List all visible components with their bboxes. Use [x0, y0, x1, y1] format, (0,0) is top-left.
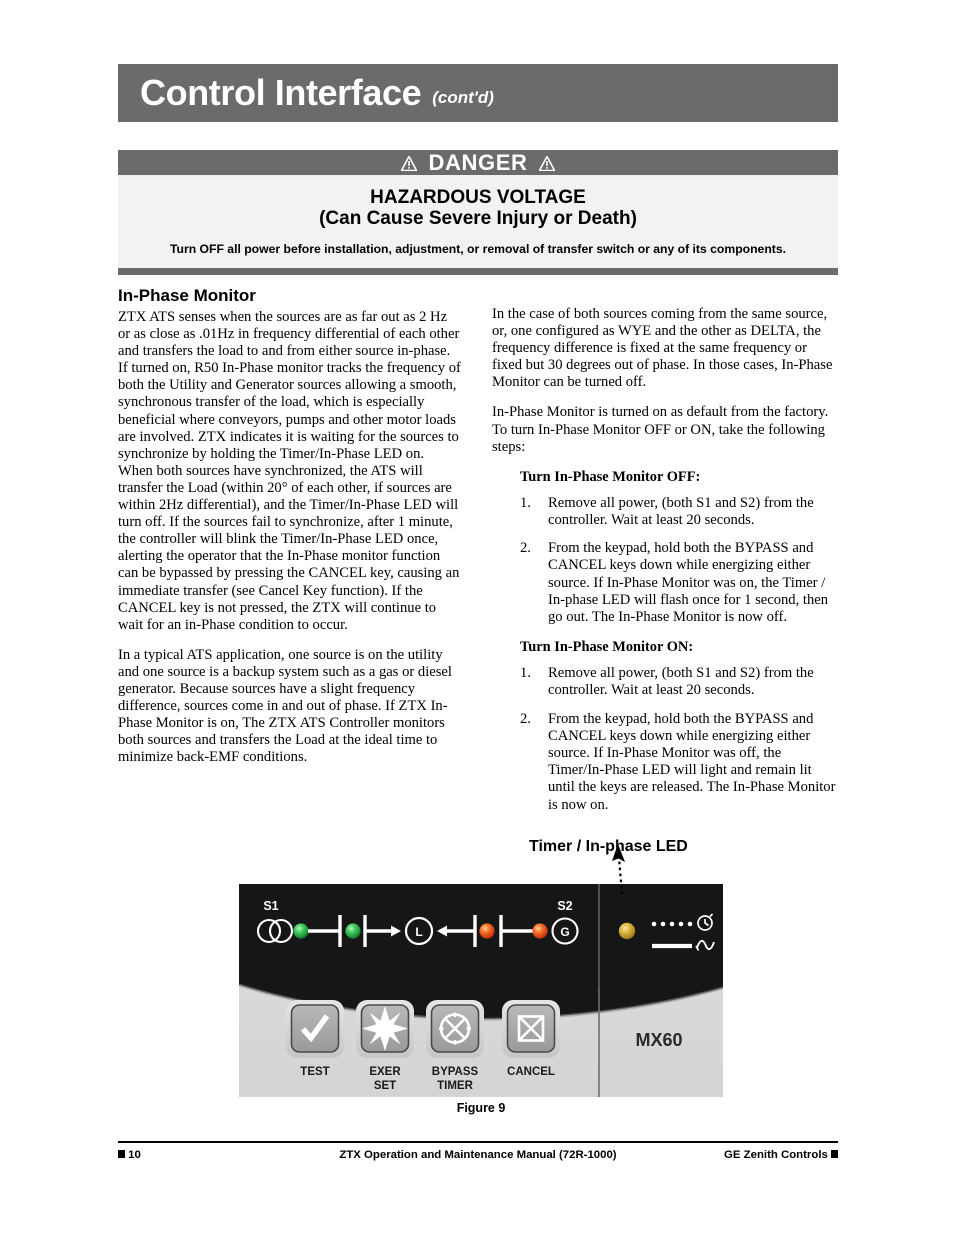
panel-model-label: MX60	[635, 1030, 682, 1050]
left-column: In-Phase Monitor ZTX ATS senses when the…	[118, 286, 462, 779]
button-test	[286, 1000, 344, 1058]
s2-closed-led	[532, 923, 548, 939]
list-item: 2. From the keypad, hold both the BYPASS…	[492, 540, 840, 626]
callout-arrow	[612, 844, 625, 898]
steps-turn-on: 1. Remove all power, (both S1 and S2) fr…	[492, 665, 840, 814]
danger-note: Turn OFF all power before installation, …	[169, 242, 786, 256]
page-footer: 10 ZTX Operation and Maintenance Manual …	[118, 1149, 838, 1169]
figure-control-panel: S1 L G S2 TEST EXER SET BYPASS TIMER CAN…	[239, 844, 723, 1097]
danger-header-bar: DANGER	[118, 150, 838, 175]
danger-label: DANGER	[428, 149, 528, 175]
step-text: From the keypad, hold both the BYPASS an…	[548, 540, 829, 625]
section-heading-in-phase-monitor: In-Phase Monitor	[118, 286, 256, 305]
step-number: 1.	[520, 494, 531, 511]
button-test-label: TEST	[300, 1066, 329, 1078]
s2-available-led	[479, 923, 495, 939]
step-number: 2.	[520, 540, 531, 557]
danger-footer-bar	[118, 268, 838, 275]
step-number: 2.	[520, 710, 531, 727]
left-paragraph-2: In a typical ATS application, one source…	[118, 646, 452, 766]
button-bypass-timer-label-2: TIMER	[437, 1080, 473, 1092]
right-paragraph-2: In-Phase Monitor is turned on as default…	[492, 404, 829, 455]
s2-label: S2	[557, 899, 572, 913]
load-label: L	[415, 925, 422, 939]
right-column: In the case of both sources coming from …	[492, 306, 840, 825]
step-text: Remove all power, (both S1 and S2) from …	[548, 665, 814, 699]
subheading-turn-on: Turn In-Phase Monitor ON:	[520, 639, 694, 656]
button-exer-set	[356, 1000, 414, 1058]
button-exer-set-label-1: EXER	[369, 1066, 401, 1078]
danger-heading-line2: (Can Cause Severe Injury or Death)	[319, 208, 637, 229]
gen-label: G	[560, 925, 569, 939]
s1-closed-led	[293, 923, 309, 939]
list-item: 2. From the keypad, hold both the BYPASS…	[492, 711, 840, 814]
button-exer-set-label-2: SET	[374, 1080, 396, 1092]
button-cancel	[502, 1000, 560, 1058]
steps-turn-off: 1. Remove all power, (both S1 and S2) fr…	[492, 495, 840, 626]
panel-upper-black	[239, 884, 723, 1020]
step-text: From the keypad, hold both the BYPASS an…	[548, 710, 836, 813]
subheading-turn-off: Turn In-Phase Monitor OFF:	[520, 468, 701, 485]
page-title-bar: Control Interface (cont'd)	[118, 64, 838, 122]
timer-inphase-led	[618, 922, 636, 940]
s1-available-led	[345, 923, 361, 939]
page-title: Control Interface	[140, 72, 422, 113]
button-bypass-timer-label-1: BYPASS	[432, 1066, 479, 1078]
list-item: 1. Remove all power, (both S1 and S2) fr…	[492, 495, 840, 529]
danger-heading-line1: HAZARDOUS VOLTAGE	[370, 187, 586, 208]
s1-label: S1	[263, 899, 278, 913]
callout-dotted-line	[617, 857, 624, 898]
danger-callout: DANGER HAZARDOUS VOLTAGE (Can Cause Seve…	[118, 150, 838, 275]
document-page: Control Interface (cont'd) DANGER HAZARD…	[0, 0, 954, 1235]
page-title-continued: (cont'd)	[432, 88, 494, 107]
button-cancel-label: CANCEL	[507, 1066, 555, 1078]
footer-company-text: GE Zenith Controls	[724, 1149, 828, 1161]
figure-caption: Figure 9	[456, 1101, 506, 1115]
callout-arrow-head	[612, 844, 625, 862]
footer-bullet-right-icon	[831, 1150, 838, 1158]
footer-rule	[118, 1141, 838, 1143]
step-number: 1.	[520, 665, 531, 682]
button-bypass-timer	[426, 1000, 484, 1058]
list-item: 1. Remove all power, (both S1 and S2) fr…	[492, 665, 840, 699]
warning-triangle-icon-right	[538, 154, 557, 172]
step-text: Remove all power, (both S1 and S2) from …	[548, 494, 814, 528]
right-paragraph-1: In the case of both sources coming from …	[492, 306, 833, 391]
left-paragraph-1: ZTX ATS senses when the sources are as f…	[118, 309, 461, 633]
warning-triangle-icon-left	[399, 154, 418, 172]
danger-body: HAZARDOUS VOLTAGE (Can Cause Severe Inju…	[118, 175, 838, 268]
footer-company: GE Zenith Controls	[724, 1149, 838, 1161]
